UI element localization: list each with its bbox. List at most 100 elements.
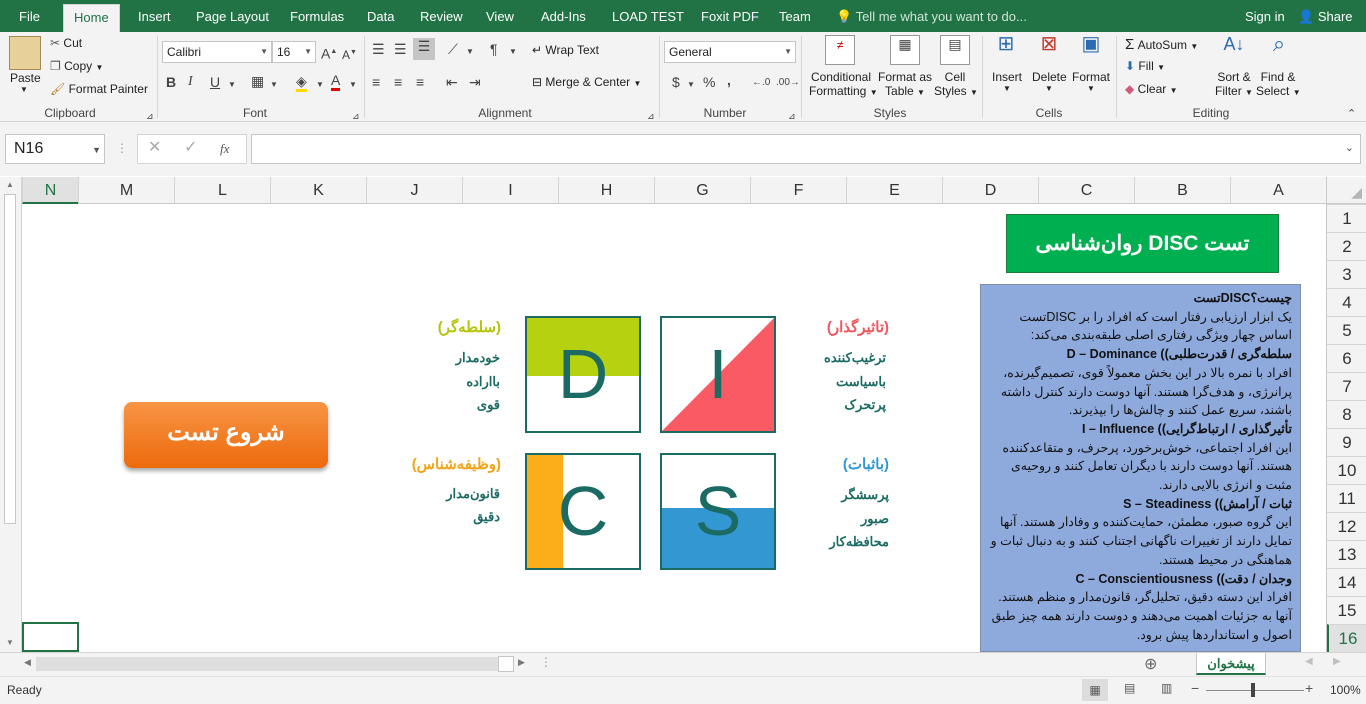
chevron-down-icon[interactable]: ▼ [270, 77, 278, 93]
select-all-corner[interactable]: ◢ [1326, 177, 1366, 204]
align-right-icon[interactable]: ≡ [416, 74, 424, 90]
cell-styles-button[interactable]: Cell Styles ▼ [934, 70, 978, 98]
format-as-table-icon[interactable]: ▦ [890, 35, 920, 65]
delete-cells-button[interactable]: Delete ▼ [1032, 70, 1067, 93]
scrollbar-thumb[interactable] [4, 194, 16, 524]
wrap-text-button[interactable]: ↵ Wrap Text [532, 43, 599, 57]
column-header-g[interactable]: G [654, 177, 750, 204]
chevron-down-icon[interactable]: ▼ [349, 77, 357, 93]
find-select-button[interactable]: Find & Select ▼ [1256, 70, 1301, 98]
tab-data[interactable]: Data [367, 0, 394, 32]
name-box[interactable]: N16 ▼ [5, 134, 105, 164]
chevron-down-icon[interactable]: ▼ [509, 44, 517, 60]
row-header[interactable]: 15 [1327, 596, 1366, 624]
tab-home[interactable]: Home [63, 4, 120, 32]
page-layout-view-icon[interactable]: ▤ [1124, 681, 1135, 695]
underline-button[interactable]: U [210, 74, 220, 90]
increase-indent-icon[interactable]: ⇥ [469, 74, 481, 90]
chevron-down-icon[interactable]: ▼ [687, 77, 695, 93]
orientation-icon[interactable]: ⟋ [448, 41, 458, 57]
align-left-icon[interactable]: ≡ [372, 74, 380, 90]
tab-foxit-pdf[interactable]: Foxit PDF [701, 0, 759, 32]
row-header[interactable]: 1 [1327, 204, 1366, 232]
decrease-decimal-icon[interactable]: .00→ [776, 75, 800, 91]
tab-formulas[interactable]: Formulas [290, 0, 344, 32]
tab-review[interactable]: Review [420, 0, 463, 32]
row-header[interactable]: 2 [1327, 232, 1366, 260]
fill-button[interactable]: ⬇ Fill ▼ [1125, 59, 1165, 73]
sort-filter-icon[interactable]: A↓ [1219, 35, 1249, 66]
row-header[interactable]: 3 [1327, 260, 1366, 288]
delete-cells-icon[interactable]: ⊠ [1034, 34, 1064, 66]
share-button[interactable]: 👤 Share [1298, 0, 1353, 32]
column-header-k[interactable]: K [270, 177, 366, 204]
font-name-select[interactable]: Calibri ▼ [162, 41, 272, 63]
row-header[interactable]: 13 [1327, 540, 1366, 568]
italic-button[interactable]: I [188, 74, 193, 90]
scroll-down-icon[interactable]: ▼ [6, 638, 14, 647]
horizontal-scroll-thumb[interactable] [498, 656, 514, 672]
insert-cells-icon[interactable]: ⊞ [991, 34, 1021, 66]
start-test-button[interactable]: شروع تست [124, 402, 328, 468]
normal-view-icon[interactable]: ▦ [1082, 679, 1108, 701]
formula-input[interactable]: ⌄ [251, 134, 1361, 164]
zoom-slider-thumb[interactable] [1251, 683, 1255, 697]
scroll-up-icon[interactable]: ▲ [6, 180, 14, 189]
percent-button[interactable]: % [703, 74, 715, 90]
format-cells-icon[interactable]: ▣ [1076, 34, 1106, 66]
sheet-tab-dashboard[interactable]: پیشخوان [1196, 653, 1266, 675]
paste-icon[interactable] [9, 36, 41, 70]
magnifier-icon[interactable]: ⌕ [1264, 33, 1294, 66]
currency-button[interactable]: $ [672, 74, 680, 90]
column-header-i[interactable]: I [462, 177, 558, 204]
grow-font-icon[interactable]: A▲ [321, 44, 337, 62]
cancel-icon[interactable]: ✕ [148, 138, 161, 158]
zoom-in-icon[interactable]: + [1305, 680, 1313, 696]
row-header-active[interactable]: 16 [1327, 624, 1366, 652]
scroll-left-icon[interactable]: ◀ [24, 657, 31, 668]
cut-button[interactable]: ✂ Cut [50, 36, 82, 50]
tab-file[interactable]: File [19, 0, 40, 32]
column-header-c[interactable]: C [1038, 177, 1134, 204]
column-header-l[interactable]: L [174, 177, 270, 204]
row-header[interactable]: 7 [1327, 372, 1366, 400]
column-header-j[interactable]: J [366, 177, 462, 204]
format-as-table-button[interactable]: Format as Table ▼ [876, 70, 934, 98]
tab-team[interactable]: Team [779, 0, 811, 32]
row-header[interactable]: 5 [1327, 316, 1366, 344]
decrease-indent-icon[interactable]: ⇤ [446, 74, 458, 90]
column-header-n[interactable]: N [22, 177, 78, 204]
row-header[interactable]: 14 [1327, 568, 1366, 596]
splitter-icon[interactable]: ⋮ [540, 655, 552, 669]
paragraph-icon[interactable]: ¶ [490, 41, 498, 57]
align-middle-icon[interactable]: ☰ [394, 41, 407, 57]
format-painter-button[interactable]: 🖌 Format Painter [50, 82, 148, 96]
autosum-button[interactable]: Σ AutoSum ▼ [1125, 36, 1198, 53]
fill-color-icon[interactable]: ◈ [296, 73, 307, 92]
column-header-h[interactable]: H [558, 177, 654, 204]
increase-decimal-icon[interactable]: ←.0 [752, 75, 770, 91]
shrink-font-icon[interactable]: A▼ [342, 45, 357, 63]
insert-function-button[interactable]: fx [220, 139, 229, 159]
chevron-down-icon[interactable]: ▼ [20, 85, 28, 94]
active-cell-n16[interactable] [22, 622, 79, 652]
scroll-right-icon[interactable]: ▶ [518, 657, 525, 668]
number-format-select[interactable]: General ▼ [664, 41, 796, 63]
comma-button[interactable]: , [727, 72, 731, 88]
conditional-formatting-icon[interactable]: ≠ [825, 35, 855, 65]
sheet-nav-left-icon[interactable]: ◀ [1305, 656, 1313, 667]
zoom-out-icon[interactable]: − [1191, 680, 1199, 696]
clear-button[interactable]: ◆ Clear ▼ [1125, 82, 1178, 96]
row-header[interactable]: 4 [1327, 288, 1366, 316]
font-color-icon[interactable]: A [331, 72, 341, 91]
merge-center-button[interactable]: ⊟ Merge & Center ▼ [532, 75, 641, 89]
copy-button[interactable]: ❐ Copy ▼ [50, 59, 103, 73]
zoom-level[interactable]: 100% [1330, 683, 1361, 697]
chevron-down-icon[interactable]: ▼ [228, 77, 236, 93]
row-header[interactable]: 10 [1327, 456, 1366, 484]
chevron-down-icon[interactable]: ▼ [316, 77, 324, 93]
row-header[interactable]: 9 [1327, 428, 1366, 456]
insert-cells-button[interactable]: Insert ▼ [991, 70, 1023, 93]
align-top-icon[interactable]: ☰ [372, 41, 385, 57]
column-header-f[interactable]: F [750, 177, 846, 204]
